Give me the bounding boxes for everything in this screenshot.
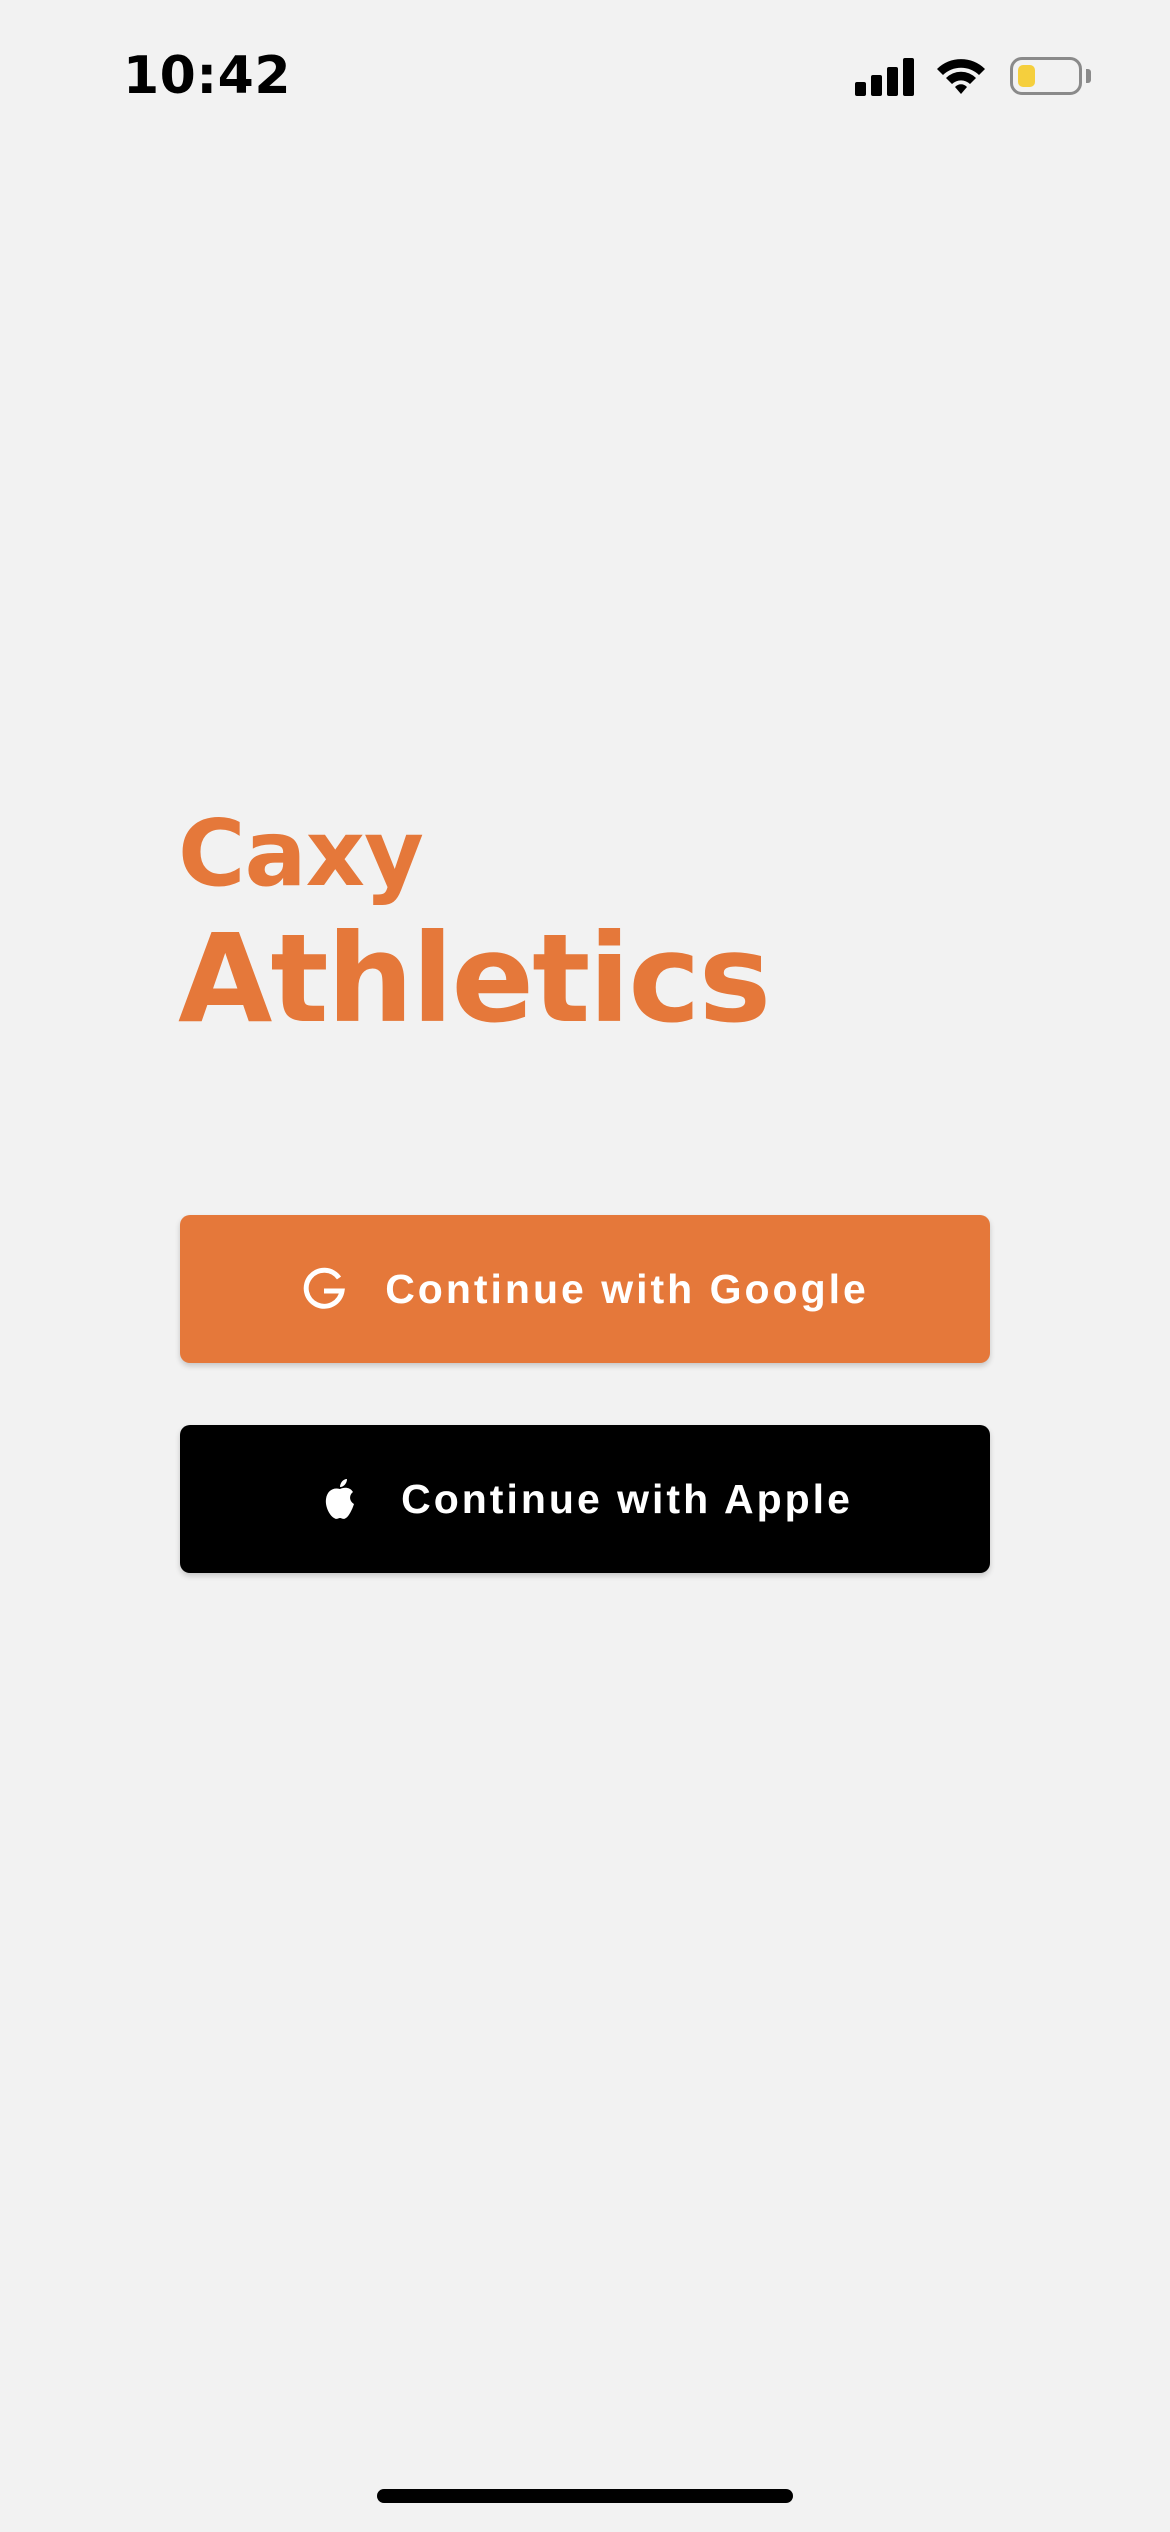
continue-with-google-button[interactable]: Continue with Google — [180, 1215, 990, 1363]
cellular-signal-icon — [855, 58, 915, 96]
brand-name-line2: Athletics — [178, 908, 771, 1050]
continue-with-apple-button[interactable]: Continue with Apple — [180, 1425, 990, 1573]
status-time: 10:42 — [123, 46, 292, 106]
status-bar: 10:42 — [0, 0, 1170, 150]
google-button-label: Continue with Google — [385, 1265, 869, 1312]
wifi-icon — [935, 54, 987, 98]
battery-level-fill — [1018, 65, 1035, 87]
brand-name-line1: Caxy — [178, 800, 424, 907]
apple-button-label: Continue with Apple — [401, 1475, 853, 1522]
battery-icon — [1010, 57, 1082, 95]
apple-icon — [317, 1476, 363, 1522]
brand-logo: Caxy Athletics — [178, 800, 771, 1050]
battery-tip — [1086, 69, 1091, 83]
google-g-icon — [301, 1266, 347, 1312]
home-indicator[interactable] — [377, 2489, 793, 2503]
